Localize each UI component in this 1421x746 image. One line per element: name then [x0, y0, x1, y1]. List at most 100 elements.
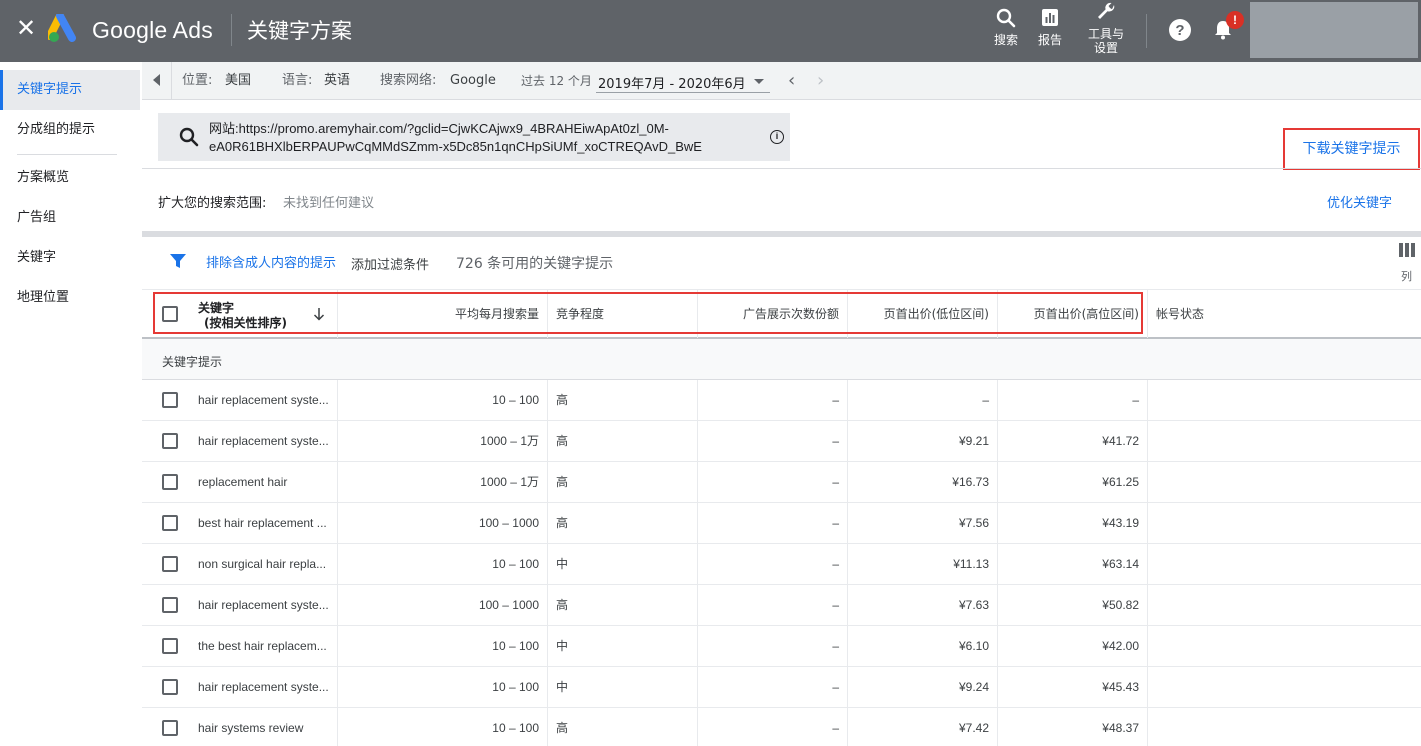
row-checkbox[interactable] [162, 638, 178, 654]
group-header-row: 关键字提示 [142, 339, 1421, 380]
table-row[interactable]: hair replacement syste... 10 – 100 高 – – – [142, 380, 1421, 421]
keyword-text[interactable]: hair replacement syste... [198, 598, 329, 612]
table-row[interactable]: hair systems review 10 – 100 高 – ¥7.42 ¥48.37 [142, 708, 1421, 746]
keyword-text[interactable]: best hair replacement ... [198, 516, 327, 530]
location-value[interactable]: 美国 [225, 73, 251, 89]
row-checkbox[interactable] [162, 433, 178, 449]
reports-button[interactable]: 报告 [1034, 6, 1066, 47]
prev-period-button[interactable]: ‹ [788, 72, 795, 90]
col-bid-low[interactable]: 页首出价(低位区间) [848, 290, 998, 338]
columns-label: 列 [1401, 270, 1412, 283]
keyword-cell: hair replacement syste... [142, 585, 338, 625]
account-status-cell [1148, 462, 1421, 502]
collapse-icon [153, 74, 160, 86]
language-value[interactable]: 英语 [324, 73, 350, 89]
col-impression-share[interactable]: 广告展示次数份额 [698, 290, 848, 338]
sidebar-item-locations[interactable]: 地理位置 [0, 278, 140, 318]
plan-filter-bar: 位置: 美国 语言: 英语 搜索网络: Google 过去 12 个月 2019… [142, 62, 1421, 100]
row-checkbox[interactable] [162, 474, 178, 490]
network-label: 搜索网络: [380, 73, 437, 88]
col-keyword[interactable]: 关键字 (按相关性排序) [142, 290, 338, 338]
table-row[interactable]: hair replacement syste... 1000 – 1万高 – ¥9.2… [142, 421, 1421, 462]
location-label: 位置: [182, 73, 213, 88]
header-divider [231, 14, 232, 46]
competition-cell: 高 [548, 421, 698, 461]
keyword-text[interactable]: hair systems review [198, 721, 303, 735]
search-label: 搜索 [993, 33, 1018, 47]
divider [142, 168, 1421, 169]
row-checkbox[interactable] [162, 556, 178, 572]
select-all-checkbox[interactable] [162, 306, 178, 322]
table-row[interactable]: replacement hair 1000 – 1万高 – ¥16.73 ¥61.25 [142, 462, 1421, 503]
keyword-text[interactable]: the best hair replacem... [198, 639, 327, 653]
date-range-dropdown[interactable]: 2019年7月 - 2020年6月 [596, 71, 770, 93]
table-row[interactable]: non surgical hair repla... 10 – 100 中 – ¥11.… [142, 544, 1421, 585]
collapse-sidebar-button[interactable] [142, 62, 172, 100]
impression-share-cell: – [698, 626, 848, 666]
bid-high-cell: ¥41.72 [998, 421, 1148, 461]
info-icon[interactable]: i [770, 130, 784, 144]
table-row[interactable]: hair replacement syste... 10 – 100 中 – ¥9.24… [142, 667, 1421, 708]
table-row[interactable]: hair replacement syste... 100 – 1000 高 – ¥7.… [142, 585, 1421, 626]
columns-icon[interactable] [1399, 243, 1415, 257]
dropdown-arrow-icon [754, 79, 764, 84]
close-icon[interactable]: ✕ [14, 17, 38, 41]
next-period-button[interactable]: › [817, 72, 824, 90]
table-row[interactable]: the best hair replacem... 10 – 100 中 – ¥6.10… [142, 626, 1421, 667]
row-checkbox[interactable] [162, 515, 178, 531]
col-account-status[interactable]: 帐号状态 [1148, 290, 1421, 338]
keyword-cell: hair replacement syste... [142, 380, 338, 420]
keyword-cell: hair replacement syste... [142, 421, 338, 461]
download-keyword-ideas-link[interactable]: 下载关键字提示 [1283, 128, 1420, 170]
website-search-field[interactable]: 网站:https://promo.aremyhair.com/?gclid=Cj… [158, 113, 790, 161]
table-header: 关键字 (按相关性排序) 平均每月搜索量 竞争程度 广告展示次数份额 页首出价(… [142, 289, 1421, 339]
sidebar-item-ad-groups[interactable]: 广告组 [0, 198, 140, 238]
keyword-text[interactable]: non surgical hair repla... [198, 557, 326, 571]
bid-high-cell: ¥50.82 [998, 585, 1148, 625]
bid-low-cell: ¥11.13 [848, 544, 998, 584]
sort-arrow-icon[interactable] [312, 307, 326, 321]
website-url-line1: 网站:https://promo.aremyhair.com/?gclid=Cj… [209, 121, 669, 136]
bid-high-cell: – [998, 380, 1148, 420]
tools-settings-button[interactable]: 工具与 设置 [1084, 0, 1128, 55]
bid-low-cell: ¥9.21 [848, 421, 998, 461]
col-bid-high-label: 页首出价(高位区间) [1033, 307, 1139, 321]
competition-cell: 高 [548, 503, 698, 543]
searches-cell: 1000 – 1万 [338, 421, 548, 461]
keyword-cell: the best hair replacem... [142, 626, 338, 666]
bid-high-cell: ¥42.00 [998, 626, 1148, 666]
sidebar-item-keyword-ideas[interactable]: 关键字提示 [0, 70, 140, 110]
help-icon[interactable]: ? [1168, 18, 1192, 42]
keyword-text[interactable]: hair replacement syste... [198, 434, 329, 448]
row-checkbox[interactable] [162, 720, 178, 736]
sidebar-divider [17, 154, 117, 155]
account-status-cell [1148, 544, 1421, 584]
keyword-ideas-panel: 网站:https://promo.aremyhair.com/?gclid=Cj… [142, 100, 1421, 746]
account-status-cell [1148, 380, 1421, 420]
keyword-text[interactable]: hair replacement syste... [198, 393, 329, 407]
broaden-search-label: 扩大您的搜索范围: [158, 196, 267, 211]
tools-label: 工具与 [1087, 27, 1124, 41]
network-value[interactable]: Google [450, 73, 496, 89]
keyword-text[interactable]: replacement hair [198, 475, 287, 489]
sidebar-item-grouped-ideas[interactable]: 分成组的提示 [0, 110, 140, 150]
account-avatar[interactable] [1250, 2, 1418, 58]
row-checkbox[interactable] [162, 392, 178, 408]
impression-share-cell: – [698, 708, 848, 746]
keyword-text[interactable]: hair replacement syste... [198, 680, 329, 694]
add-filter-button[interactable]: 添加过滤条件 [351, 254, 429, 273]
row-checkbox[interactable] [162, 679, 178, 695]
searches-cell: 10 – 100 [338, 626, 548, 666]
col-bid-high[interactable]: 页首出价(高位区间) [998, 290, 1148, 338]
sidebar-item-plan-overview[interactable]: 方案概览 [0, 158, 140, 198]
bid-low-cell: ¥7.42 [848, 708, 998, 746]
table-row[interactable]: best hair replacement ... 100 – 1000 高 – ¥7.… [142, 503, 1421, 544]
refine-keywords-link[interactable]: 优化关键字 [1327, 192, 1392, 211]
col-competition[interactable]: 竞争程度 [548, 290, 698, 338]
sidebar-item-keywords[interactable]: 关键字 [0, 238, 140, 278]
row-checkbox[interactable] [162, 597, 178, 613]
col-avg-monthly-searches[interactable]: 平均每月搜索量 [338, 290, 548, 338]
filter-icon[interactable] [169, 252, 187, 270]
exclude-adult-ideas-filter[interactable]: 排除含成人内容的提示 [206, 252, 336, 271]
search-button[interactable]: 搜索 [990, 6, 1022, 47]
